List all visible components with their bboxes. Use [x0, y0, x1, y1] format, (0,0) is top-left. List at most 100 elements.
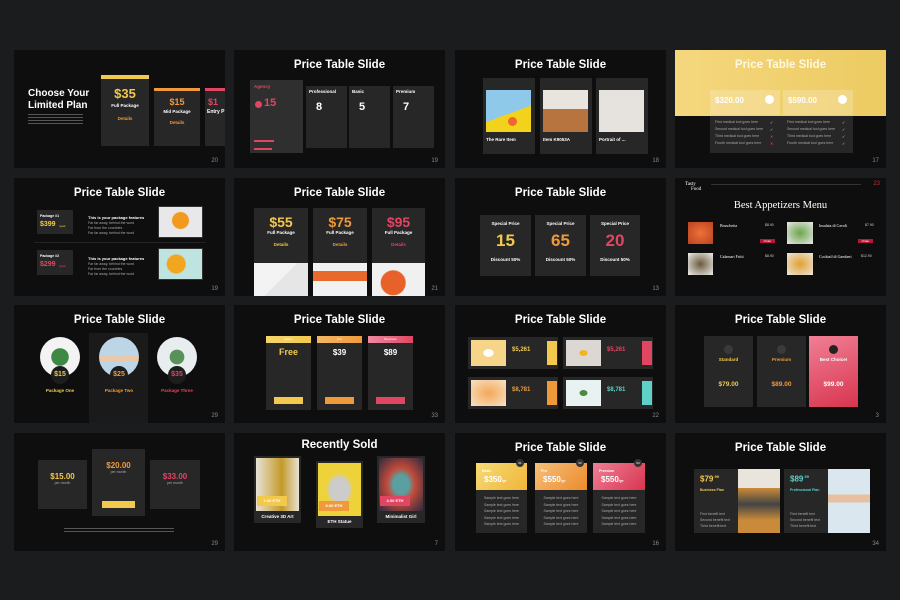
features-heading: This is your package features [88, 215, 145, 220]
page-number: 13 [652, 286, 659, 292]
discount-card: Special Price 20 Discount 50% [590, 215, 640, 276]
tier-card: Business $89 [368, 336, 413, 410]
product-row: $5,261 [468, 337, 558, 369]
plan-name: Premium [396, 89, 416, 94]
plan-price: $79.00 [718, 381, 739, 388]
details-link[interactable]: Details [101, 116, 149, 121]
slide-thumbnail-7[interactable]: Recently Sold 2.00 ETH Creative 3D Art 8… [234, 433, 445, 551]
select-button[interactable] [376, 397, 405, 404]
plan-badge: 02 [576, 459, 584, 467]
plan-price: $75 [328, 214, 352, 230]
slide-title: Price Table Slide [293, 187, 386, 199]
page-number: 29 [211, 413, 218, 419]
product-row: $8,781 [563, 377, 653, 409]
title-line: Choose Your [28, 88, 90, 99]
slide-thumbnail-19b[interactable]: Price Table Slide Package #1 $399 /year … [14, 178, 225, 296]
product-name: Portrait of ... [599, 137, 626, 142]
package-price: $399 [40, 221, 56, 228]
slide-thumbnail-29[interactable]: Price Table Slide $15 $25 $35 Package On… [14, 305, 225, 423]
feature: First medical tool goes here [787, 120, 830, 124]
special-price-label: Special Price [600, 221, 630, 226]
details-link[interactable]: Details [313, 242, 367, 247]
slide-thumbnail-22[interactable]: Price Table Slide $5,261 $5,261 $8,781 $… [455, 305, 666, 423]
slide-title: Price Table Slide [514, 314, 607, 326]
select-button[interactable] [325, 397, 354, 404]
order-button[interactable]: Order [858, 239, 873, 243]
menu-item-price: $8.90 [765, 223, 774, 227]
menu-title: Best Appetizers Menu [733, 200, 828, 211]
slide-thumbnail-34[interactable]: Price Table Slide $79.99 Business Plan F… [675, 433, 886, 551]
plan-price-group: $79.99 [700, 474, 719, 484]
plan-price: $95 [386, 214, 411, 230]
currency-badge-icon [255, 101, 262, 108]
slide-thumbnail-29b[interactable]: $15.00 per month $20.00 per month $33.00… [14, 433, 225, 551]
tier-name: Pro [317, 336, 362, 343]
food-image [787, 253, 813, 275]
order-button[interactable]: Order [760, 239, 775, 243]
discount-label: Discount 50% [545, 257, 576, 262]
details-link[interactable]: Details [372, 242, 425, 247]
package-price: $299 [40, 261, 56, 268]
page-number: 3 [875, 413, 879, 419]
menu-item-price: $12.90 [861, 254, 872, 258]
slide-thumbnail-17[interactable]: Price Table Slide $320.00 $590.00 First … [675, 50, 886, 168]
agency-price: 15 [264, 97, 277, 109]
slide-thumbnail-20[interactable]: Choose Your Limited Plan $35 Full Package… [14, 50, 225, 168]
plan-price: 7 [403, 101, 410, 113]
plan-card: $20.00 per month [92, 449, 145, 516]
flower-image [158, 248, 203, 280]
slide-title: Price Table Slide [73, 314, 166, 326]
tag-strip [547, 381, 557, 405]
plan-name: Full Package [384, 230, 413, 235]
feature: Third medical tool goes here [787, 134, 832, 138]
plan-name: Full Package [111, 103, 139, 108]
plan-name: Premium [599, 469, 614, 473]
slide-thumbnail-23[interactable]: Tasty Food Best Appetizers Menu Bruschett… [675, 178, 886, 296]
agency-label: Agency [254, 84, 271, 89]
plan-card: Professional 8 [306, 86, 347, 148]
details-link[interactable]: Details [254, 242, 308, 247]
row: Sample text goes here [601, 522, 637, 526]
plan-price: $1 [208, 97, 219, 107]
slide-thumbnail-16[interactable]: Price Table Slide Basic $350/yr 01 Sampl… [455, 433, 666, 551]
plan-period: /yr [501, 478, 507, 483]
package-name: Package One [45, 388, 75, 393]
select-button[interactable] [102, 501, 135, 508]
plan-price: $55 [269, 214, 293, 230]
details-link[interactable]: Details [154, 120, 200, 125]
feature: Third medical tool goes here [715, 134, 760, 138]
plan-period: per month [110, 470, 127, 474]
slide-thumbnail-3[interactable]: Price Table Slide Standard $79.00 Premiu… [675, 305, 886, 423]
benefit-list: First benefit text Second benefit text Thi… [790, 511, 820, 529]
feature-line [254, 148, 272, 150]
plan-card: Premium $550/yr 03 Sample text goes here… [593, 459, 645, 533]
page-number: 21 [431, 286, 438, 292]
slide-thumbnail-33[interactable]: Price Table Slide Starter Free Pro $39 B… [234, 305, 445, 423]
food-image [688, 253, 713, 275]
nft-price: 8.00 ETH [319, 501, 349, 511]
product-row: $5,261 [563, 337, 653, 369]
plan-card: Standard $79.00 [704, 336, 753, 407]
slide-thumbnail-18[interactable]: Price Table Slide The Rare Item Item K90… [455, 50, 666, 168]
select-button[interactable] [274, 397, 303, 404]
tag-strip [547, 341, 557, 365]
tier-price: $89 [383, 348, 398, 357]
page-number: 34 [872, 541, 879, 547]
tag-strip [642, 341, 652, 365]
plan-card: Basic $350/yr 01 Sample text goes here Sa… [476, 459, 527, 533]
footer-text [64, 528, 174, 534]
plan-name: Best Choice! [819, 357, 848, 362]
plan-header: Premium $550/yr [593, 463, 645, 490]
bullet: Far far away, behind the word [88, 272, 135, 276]
nft-name: ETH Statue [327, 519, 352, 524]
slide-thumbnail-19[interactable]: Price Table Slide Agency 15 Professional… [234, 50, 445, 168]
food-image [787, 222, 813, 244]
plan-card: $75 Full Package Details [313, 208, 367, 263]
price: $590.00 [788, 96, 817, 105]
product-row: $8,781 [468, 377, 558, 409]
slide-thumbnail-13[interactable]: Price Table Slide Special Price 15 Disco… [455, 178, 666, 296]
plan-name: Entry P [207, 109, 225, 115]
slide-thumbnail-21[interactable]: Price Table Slide $55 Full Package Detai… [234, 178, 445, 296]
plan-card: $15.00 per month [38, 460, 87, 509]
feature-column: First medical tool goes here Second medic… [787, 119, 835, 147]
